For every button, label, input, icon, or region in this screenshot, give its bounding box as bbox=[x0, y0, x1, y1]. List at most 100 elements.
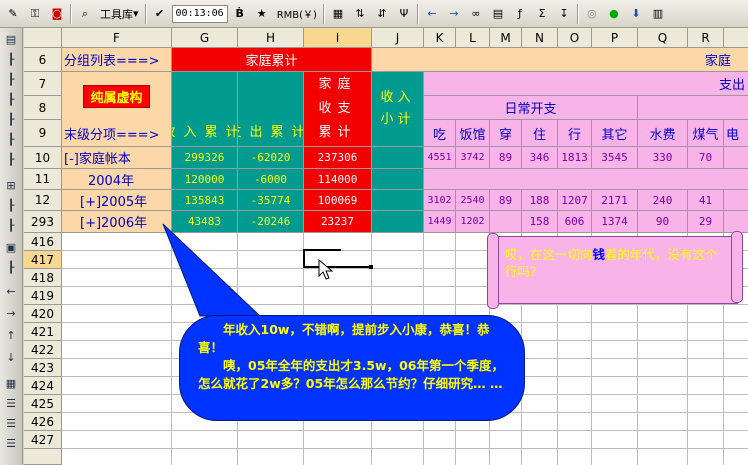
row-header[interactable]: 11 bbox=[24, 169, 62, 190]
select-all-corner[interactable] bbox=[24, 28, 62, 48]
cell-restaurant[interactable]: 2540 bbox=[456, 190, 490, 211]
list-icon[interactable]: ☰ bbox=[4, 436, 18, 450]
family-income-expense-header[interactable]: 家庭收支累计 bbox=[304, 72, 372, 147]
scroll-note[interactable]: 哎，在这一切向钱看的年代，没有这个行吗？ bbox=[487, 231, 743, 309]
cell-restaurant[interactable]: 1202 bbox=[456, 211, 490, 233]
grid-icon[interactable]: ▦ bbox=[4, 376, 18, 390]
arrow-left-icon[interactable]: ← bbox=[422, 3, 442, 25]
col-header-f[interactable]: F bbox=[62, 28, 172, 48]
row-header[interactable]: 12 bbox=[24, 190, 62, 211]
category-food[interactable]: 吃 bbox=[424, 120, 456, 147]
sort-icon[interactable]: ↧ bbox=[554, 3, 574, 25]
sort-asc-icon[interactable]: ⇅ bbox=[350, 3, 370, 25]
row-header[interactable]: 6 bbox=[24, 48, 62, 72]
cell-gas[interactable]: 41 bbox=[688, 190, 724, 211]
row-header[interactable]: 424 bbox=[24, 377, 62, 395]
pen-icon[interactable]: ✎ bbox=[3, 3, 23, 25]
cell-other[interactable]: 3545 bbox=[592, 147, 638, 169]
col-header-i[interactable]: I bbox=[304, 28, 372, 48]
family-header[interactable]: 家庭 bbox=[372, 48, 748, 72]
col-header-j[interactable]: J bbox=[372, 28, 424, 48]
category-clothing[interactable]: 穿 bbox=[490, 120, 522, 147]
cell-water[interactable]: 330 bbox=[638, 147, 688, 169]
col-header-p[interactable]: P bbox=[592, 28, 638, 48]
currency-button[interactable]: RMB(￥) bbox=[274, 3, 320, 25]
row-header[interactable]: 425 bbox=[24, 395, 62, 413]
daily-expense-header[interactable]: 日常开支 bbox=[424, 96, 638, 120]
row-header[interactable]: 419 bbox=[24, 287, 62, 305]
find-icon[interactable]: ⌕ bbox=[75, 3, 95, 25]
row-header[interactable]: 421 bbox=[24, 323, 62, 341]
cell-electricity[interactable] bbox=[724, 211, 748, 233]
tree-icon[interactable]: ┠ bbox=[4, 112, 18, 126]
expense-total-header[interactable]: 支出累计 bbox=[238, 72, 304, 147]
row-header[interactable]: 9 bbox=[24, 120, 62, 147]
col-header-m[interactable]: M bbox=[490, 28, 522, 48]
image-icon[interactable]: ▣ bbox=[4, 240, 18, 254]
cell-net[interactable]: 100069 bbox=[304, 190, 372, 211]
link-icon[interactable]: ∞ bbox=[466, 3, 486, 25]
cell-income[interactable]: 299326 bbox=[172, 147, 238, 169]
outline-icon[interactable]: ▤ bbox=[4, 32, 18, 46]
virtual-cell[interactable]: 纯属虚构 bbox=[62, 72, 172, 120]
row-header[interactable] bbox=[24, 449, 62, 465]
arrow-up-icon[interactable]: ↑ bbox=[4, 328, 18, 342]
cell-clothing[interactable]: 89 bbox=[490, 147, 522, 169]
group-list-label[interactable]: 分组列表===> bbox=[62, 48, 172, 72]
cell-restaurant[interactable]: 3742 bbox=[456, 147, 490, 169]
col-header-l[interactable]: L bbox=[456, 28, 490, 48]
list-icon[interactable]: ☰ bbox=[4, 416, 18, 430]
cell-housing[interactable]: 346 bbox=[522, 147, 558, 169]
down-icon[interactable]: ⬇ bbox=[626, 3, 646, 25]
year-2005-name[interactable]: [+]2005年 bbox=[62, 190, 172, 211]
go-icon[interactable]: ● bbox=[604, 3, 624, 25]
spellcheck-icon[interactable]: ✔ bbox=[150, 3, 170, 25]
cell-expense[interactable]: -35774 bbox=[238, 190, 304, 211]
callout-bubble[interactable]: 年收入10w，不错啊，提前步入小康，恭喜！恭喜！ 咦，05年全年的支出才3.5w… bbox=[179, 315, 525, 421]
year-2004-name[interactable]: 2004年 bbox=[62, 169, 172, 190]
sort-desc-icon[interactable]: ⇵ bbox=[372, 3, 392, 25]
cell-gas[interactable]: 29 bbox=[688, 211, 724, 233]
col-header-g[interactable]: G bbox=[172, 28, 238, 48]
sum-icon[interactable]: Σ bbox=[532, 3, 552, 25]
formula-icon[interactable]: ƒ bbox=[510, 3, 530, 25]
tree-icon[interactable]: ┠ bbox=[4, 198, 18, 212]
category-other[interactable]: 其它 bbox=[592, 120, 638, 147]
category-transport[interactable]: 行 bbox=[558, 120, 592, 147]
col-header-o[interactable]: O bbox=[558, 28, 592, 48]
cell-food[interactable]: 4551 bbox=[424, 147, 456, 169]
arrow-right-icon[interactable]: → bbox=[4, 306, 18, 320]
family-total-header[interactable]: 家庭累计 bbox=[172, 48, 372, 72]
cell-net[interactable]: 114000 bbox=[304, 169, 372, 190]
category-electricity[interactable]: 电 bbox=[724, 120, 748, 147]
row-header-selected[interactable]: 417 bbox=[24, 251, 62, 269]
list-icon[interactable]: ☰ bbox=[4, 396, 18, 410]
col-header-n[interactable]: N bbox=[522, 28, 558, 48]
row-header[interactable]: 293 bbox=[24, 211, 62, 233]
cell-water[interactable]: 90 bbox=[638, 211, 688, 233]
cell-expense[interactable]: -6000 bbox=[238, 169, 304, 190]
cell-income[interactable]: 135843 bbox=[172, 190, 238, 211]
cell-transport[interactable]: 606 bbox=[558, 211, 592, 233]
cell-housing[interactable]: 158 bbox=[522, 211, 558, 233]
col-header-h[interactable]: H bbox=[238, 28, 304, 48]
arrow-left-icon[interactable]: ← bbox=[4, 284, 18, 298]
row-header[interactable]: 7 bbox=[24, 72, 62, 96]
arrow-right-icon[interactable]: → bbox=[444, 3, 464, 25]
income-total-header[interactable]: 收入累计 bbox=[172, 72, 238, 147]
row-header[interactable]: 10 bbox=[24, 147, 62, 169]
grid-icon[interactable]: ▦ bbox=[328, 3, 348, 25]
tree-icon[interactable]: ┠ bbox=[4, 72, 18, 86]
cell-electricity[interactable] bbox=[724, 147, 748, 169]
cell-transport[interactable]: 1813 bbox=[558, 147, 592, 169]
table-icon[interactable]: ▤ bbox=[488, 3, 508, 25]
cell-other[interactable]: 2171 bbox=[592, 190, 638, 211]
filter-icon[interactable]: Ψ bbox=[394, 3, 414, 25]
cell-net[interactable]: 237306 bbox=[304, 147, 372, 169]
year-2006-name[interactable]: [+]2006年 bbox=[62, 211, 172, 233]
bold-b-icon[interactable]: Ḃ bbox=[230, 3, 250, 25]
cell-other[interactable]: 1374 bbox=[592, 211, 638, 233]
row-header[interactable]: 416 bbox=[24, 233, 62, 251]
cell-income-sub[interactable] bbox=[372, 211, 424, 233]
expense-subheader[interactable] bbox=[638, 96, 748, 120]
